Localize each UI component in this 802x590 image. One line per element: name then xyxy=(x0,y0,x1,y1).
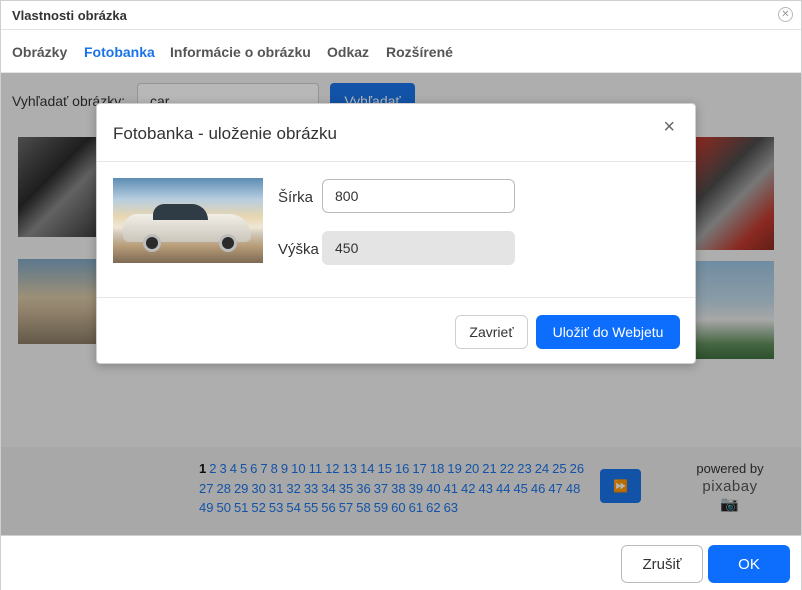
window-title: Vlastnosti obrázka xyxy=(12,8,127,23)
tab-obrazky[interactable]: Obrázky xyxy=(12,44,67,60)
dialog-footer: Zrušiť OK xyxy=(1,535,801,590)
tab-bar: Obrázky Fotobanka Informácie o obrázku O… xyxy=(1,31,801,73)
height-label: Výška xyxy=(278,241,319,258)
modal-header: Fotobanka - uloženie obrázku × xyxy=(97,104,695,162)
wheel-shape xyxy=(219,234,237,252)
ok-button[interactable]: OK xyxy=(708,545,790,583)
cancel-button[interactable]: Zrušiť xyxy=(621,545,703,583)
dialog-window: Vlastnosti obrázka ✕ Obrázky Fotobanka I… xyxy=(0,0,802,590)
tab-rozsirene[interactable]: Rozšírené xyxy=(386,44,453,60)
car-roof-shape xyxy=(153,204,208,220)
save-to-webjet-button[interactable]: Uložiť do Webjetu xyxy=(536,315,680,349)
tab-fotobanka[interactable]: Fotobanka xyxy=(84,44,155,60)
tab-informacie-o-obrazku[interactable]: Informácie o obrázku xyxy=(170,44,311,60)
width-label: Šírka xyxy=(278,189,314,206)
close-icon[interactable]: × xyxy=(663,116,675,139)
close-circle-icon[interactable]: ✕ xyxy=(778,7,793,22)
image-preview xyxy=(113,178,263,263)
modal-title: Fotobanka - uloženie obrázku xyxy=(113,124,337,143)
tab-odkaz[interactable]: Odkaz xyxy=(327,44,369,60)
modal-body: Šírka Výška xyxy=(97,163,695,297)
width-input[interactable] xyxy=(322,179,515,213)
close-button[interactable]: Zavrieť xyxy=(455,315,528,349)
modal-footer: Zavrieť Uložiť do Webjetu xyxy=(97,297,695,363)
wheel-shape xyxy=(143,234,161,252)
title-bar: Vlastnosti obrázka ✕ xyxy=(1,1,801,30)
height-input xyxy=(322,231,515,265)
save-image-modal: Fotobanka - uloženie obrázku × Šírka Výš… xyxy=(96,103,696,364)
